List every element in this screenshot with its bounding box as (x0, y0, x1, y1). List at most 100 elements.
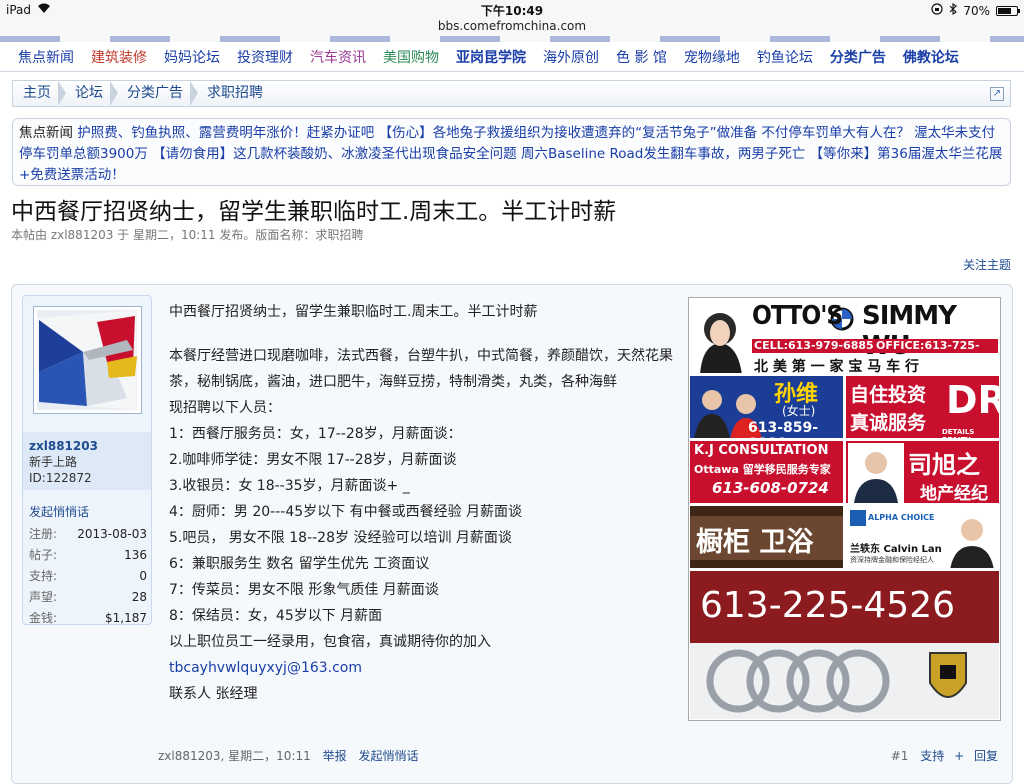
ad-calvin-name: 兰轶东 Calvin Lan (850, 544, 942, 555)
news-ticker: 焦点新闻 护照费、钓鱼执照、露营费明年涨价！赶紧办证吧 【伤心】各地兔子救援组织… (12, 118, 1011, 186)
user-rank: 新手上路 (29, 455, 78, 469)
category-nav: 焦点新闻 建筑装修 妈妈论坛 投资理财 汽车资讯 美国购物 亚岗昆学院 海外原创色 影 馆宠物… (0, 42, 1024, 72)
breadcrumb-item[interactable]: 主页 (13, 81, 66, 106)
orientation-lock-icon (931, 3, 943, 18)
footer-pm-link[interactable]: 发起悄悄话 (358, 749, 418, 763)
post-line: 本餐厅经营进口现磨咖啡，法式西餐，台塑牛扒，中式简餐，养颜醋饮，天然花果茶，秘制… (169, 348, 673, 390)
ad-details-realty[interactable]: 自住投资 真诚服务 DR DETAILS REALTY (845, 375, 1000, 439)
ad-sunwei-phone: 613-859-8888 (748, 420, 819, 438)
report-link[interactable]: 举报 (323, 749, 347, 763)
category-link[interactable]: 美国购物 (383, 47, 439, 67)
thread-title: 中西餐厅招贤纳士，留学生兼职临时工.周末工。半工计时薪 (11, 199, 617, 225)
user-id: ID:122872 (29, 471, 92, 485)
post-line: 6：兼职服务生 数名 留学生优先 工资面议 (169, 556, 430, 572)
post-line: 3.收银员：女 18--35岁，月薪面谈+ _ (169, 478, 410, 494)
post-author-time: zxl881203, 星期二，10:11 (158, 749, 311, 763)
category-link[interactable]: 妈妈论坛 (164, 47, 220, 67)
ad-kj-phone: 613-608-0724 (712, 479, 829, 497)
post-line: 8：保结员：女，45岁以下 月薪面 (169, 608, 383, 624)
ad-sidebar: OTTO'S SIMMY WU CELL:613-979-6885 OFFICE… (688, 297, 1001, 721)
post-number: #1 (890, 749, 909, 763)
ad-kj-consultation[interactable]: K.J CONSULTATION Ottawa 留学移民服务专家 613-608… (689, 440, 844, 504)
category-link[interactable]: 亚岗昆学院 (456, 47, 526, 67)
ad-sixu-name: 司旭之 (908, 451, 980, 479)
user-stats: 注册: 2013-08-03 帖子: 136 支持: 0 声望: 28 金钱: $1,187 (29, 524, 147, 629)
ticker-news-link[interactable]: 【请勿食用】这几款杯装酸奶、冰激凌圣代出现食品安全问题 (152, 146, 517, 162)
ad-cabinet-bath[interactable]: 橱柜 卫浴 (689, 505, 844, 569)
category-link[interactable]: 佛教论坛 (903, 47, 959, 67)
username-link[interactable]: zxl881203 (29, 438, 145, 454)
post-line: 7：传菜员：男女不限 形象气质佳 月薪面谈 (169, 582, 439, 598)
category-link[interactable]: 海外原创 (543, 47, 599, 67)
post-line: 以上职位员工一经录用，包食宿，真诚期待你的加入 (169, 634, 491, 650)
avatar-flag-image (37, 310, 138, 410)
category-link[interactable]: 钓鱼论坛 (757, 47, 813, 67)
ad-kj-sub: Ottawa 留学移民服务专家 (694, 463, 831, 476)
category-link[interactable]: 焦点新闻 (18, 47, 74, 67)
category-link[interactable]: 汽车资讯 (310, 47, 366, 67)
ad-sixu-realtor[interactable]: 司旭之 地产经纪 (845, 440, 1000, 504)
user-stat-row: 声望: 28 (29, 587, 147, 608)
ad-dr-small: DETAILS REALTY (942, 428, 975, 438)
ticker-news-link[interactable]: 【伤心】各地兔子救援组织为接收遭遗弃的“复活节兔子”做准备 (379, 125, 758, 141)
stat-value: 0 (139, 569, 147, 583)
category-link[interactable]: 建筑装修 (91, 47, 147, 67)
ad-sixu-title: 地产经纪 (920, 484, 988, 504)
category-link[interactable]: 色 影 馆 (616, 47, 667, 67)
ad-audi-porsche[interactable]: 613-225-4526 (689, 570, 1000, 720)
ad-ottos-cell: CELL:613-979-6885 (754, 339, 874, 352)
url-text: bbs.comefromchina.com (437, 19, 587, 33)
battery-icon (996, 5, 1020, 16)
ticker-label: 焦点新闻 (19, 125, 73, 141)
post-line: 1：西餐厅服务员：女，17--28岁，月薪面谈： (169, 426, 462, 442)
contact-person: 联系人 张经理 (169, 686, 258, 702)
ticker-news-link[interactable]: 周六Baseline Road发生翻车事故，两男子死亡 (521, 146, 805, 162)
stat-value: 136 (124, 548, 147, 562)
status-bar: iPad 下午10:49 70% (0, 0, 1024, 20)
send-pm-link[interactable]: 发起悄悄话 (29, 503, 89, 520)
stat-label: 帖子: (29, 548, 58, 562)
stat-label: 注册: (29, 527, 58, 541)
contact-email-link[interactable]: tbcayhvwlquyxyj@163.com (169, 655, 689, 681)
status-time: 下午10:49 (480, 4, 544, 18)
post-line: 4：厨师：男 20---45岁以下 有中餐或西餐经验 月薪面谈 (169, 504, 523, 520)
ad-dr-logo: DR (946, 378, 999, 422)
avatar[interactable] (33, 306, 142, 414)
plus-button[interactable]: + (954, 749, 964, 763)
ad-calvin-brand: ALPHA CHOICE (868, 513, 935, 522)
url-bar[interactable]: bbs.comefromchina.com (0, 19, 1024, 37)
post-line: 5.吧员， 男女不限 18--28岁 没经验可以培训 月薪面谈 (169, 530, 512, 546)
user-info-panel: zxl881203 新手上路 ID:122872 发起悄悄话 注册: 2013-0… (22, 295, 152, 625)
external-link-icon[interactable]: ↗ (990, 86, 1004, 101)
category-link[interactable]: 宠物缘地 (684, 47, 740, 67)
ticker-news-link[interactable]: 护照费、钓鱼执照、露营费明年涨价！赶紧办证吧 (77, 125, 374, 141)
bluetooth-icon (949, 2, 958, 18)
post-content: 中西餐厅招贤纳士，留学生兼职临时工.周末工。半工计时薪本餐厅经营进口现磨咖啡，法… (169, 299, 689, 707)
ad-dr-line2: 真诚服务 (850, 412, 927, 434)
user-stat-row: 注册: 2013-08-03 (29, 524, 147, 545)
stat-label: 支持: (29, 569, 58, 583)
support-button[interactable]: 支持 (920, 749, 944, 763)
breadcrumb-item[interactable]: 求职招聘 (197, 81, 277, 106)
category-link[interactable]: 投资理财 (237, 47, 293, 67)
post-footer: zxl881203, 星期二，10:11 举报 发起悄悄话 (158, 747, 418, 764)
breadcrumb-item[interactable]: 论坛 (65, 81, 118, 106)
stat-value: 28 (131, 590, 147, 604)
category-link[interactable]: 分类广告 (830, 47, 886, 67)
breadcrumb-item[interactable]: 分类广告 (117, 81, 198, 106)
ad-ottos-slogan: 北 美 第 一 家 宝 马 车 行 (754, 359, 919, 374)
reply-button[interactable]: 回复 (974, 749, 998, 763)
post-line: 中西餐厅招贤纳士，留学生兼职临时工.周末工。半工计时薪 (169, 304, 538, 320)
user-stat-row: 帖子: 136 (29, 545, 147, 566)
ad-sunwei-sub: (女士) (782, 404, 816, 418)
ad-ottos-bmw[interactable]: OTTO'S SIMMY WU CELL:613-979-6885 OFFICE… (689, 298, 1000, 374)
stat-value: $1,187 (105, 611, 147, 625)
user-stat-row: 金钱: $1,187 (29, 608, 147, 629)
breadcrumb: 主页 论坛 分类广告 求职招聘 ↗ (12, 80, 1011, 107)
post-line: 2.咖啡师学徒：男女不限 17--28岁，月薪面谈 (169, 452, 457, 468)
post: zxl881203 新手上路 ID:122872 发起悄悄话 注册: 2013-0… (11, 284, 1013, 784)
follow-thread-link[interactable]: 关注主题 (963, 256, 1011, 273)
user-identity: zxl881203 新手上路 ID:122872 (23, 432, 151, 490)
ad-sunwei[interactable]: 孙维 (女士) 613-859-8888 (689, 375, 844, 439)
ad-calvin-lan[interactable]: ALPHA CHOICE 兰轶东 Calvin Lan 资深持牌金融和保险经纪人 (845, 505, 1000, 569)
